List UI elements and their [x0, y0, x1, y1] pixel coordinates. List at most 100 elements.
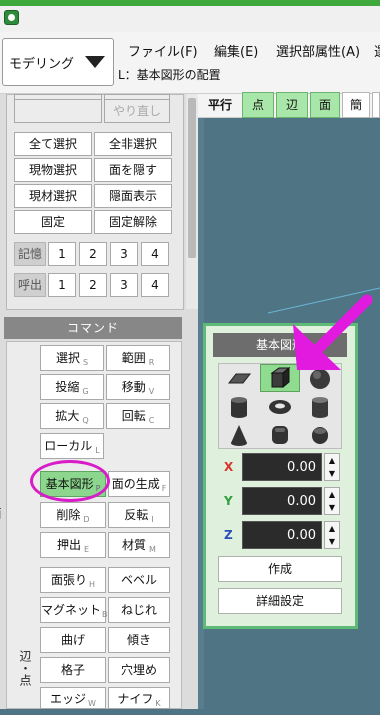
material-command-button[interactable]: 材質 M: [108, 532, 170, 558]
delete-command-key: D: [83, 515, 90, 525]
magnet-command-label: マグネット: [41, 603, 102, 617]
range-command-key: R: [148, 358, 155, 368]
generate-face-command-button[interactable]: 面の生成 F: [108, 471, 170, 497]
memory-label: 記憶: [14, 242, 46, 266]
tab-parallel[interactable]: 平行: [202, 92, 238, 118]
bevel-command-button[interactable]: ベベル: [108, 567, 170, 593]
range-command-label: 範囲: [121, 351, 146, 365]
cylinder-icon[interactable]: [300, 393, 340, 421]
z-value-input[interactable]: 0.00: [242, 521, 322, 549]
lattice-command-button[interactable]: 格子: [40, 657, 106, 683]
scale-command-button[interactable]: 拡大 Q: [40, 403, 104, 429]
left-panel-scrollbar[interactable]: [186, 94, 198, 309]
memory-slot-4[interactable]: 4: [141, 242, 169, 266]
y-value-input[interactable]: 0.00: [242, 487, 322, 515]
flip-command-button[interactable]: 反転 I: [108, 502, 170, 528]
fill-face-command-button[interactable]: 面張り H: [40, 567, 106, 593]
delete-command-button[interactable]: 削除 D: [40, 502, 106, 528]
fill-hole-command-button[interactable]: 穴埋め: [108, 657, 170, 683]
bend-command-button[interactable]: 曲げ: [40, 627, 106, 653]
cone-icon[interactable]: [219, 421, 259, 449]
spin-down-icon[interactable]: ▼: [325, 501, 339, 514]
edge-command-button[interactable]: エッジ W: [40, 687, 106, 709]
annotation-arrow-icon: [293, 294, 373, 370]
extrude-command-button[interactable]: 押出 E: [40, 532, 106, 558]
spin-down-icon[interactable]: ▼: [325, 535, 339, 548]
deselect-all-button[interactable]: 全非選択: [94, 132, 172, 156]
scrollbar-thumb[interactable]: [188, 98, 196, 258]
edit-section-label: 編集: [12, 345, 38, 463]
local-command-button[interactable]: ローカル L: [40, 433, 104, 459]
scale-along-command-button[interactable]: 投縮 G: [40, 374, 104, 400]
recall-slot-2[interactable]: 2: [79, 273, 107, 297]
detail-settings-button[interactable]: 詳細設定: [218, 588, 342, 614]
twist-command-button[interactable]: ねじれ: [108, 597, 170, 623]
magnet-command-key: B: [102, 610, 108, 620]
tab-face[interactable]: 面: [310, 92, 340, 118]
local-command-key: L: [95, 446, 100, 456]
tab-vertex[interactable]: 点: [242, 92, 274, 118]
scale-command-key: Q: [82, 416, 89, 426]
spin-up-icon[interactable]: ▲: [325, 522, 339, 535]
tab-edge[interactable]: 辺: [276, 92, 308, 118]
tab-overflow[interactable]: [372, 92, 380, 118]
x-axis-label: X: [224, 460, 234, 474]
blank-button[interactable]: [14, 99, 102, 123]
rounded-cube-icon[interactable]: [260, 421, 300, 449]
command-panel-header: コマンド: [4, 317, 182, 339]
memory-slot-3[interactable]: 3: [110, 242, 138, 266]
command-hint: L：基本図形の配置: [118, 68, 221, 82]
spin-up-icon[interactable]: ▲: [325, 488, 339, 501]
menu-edit[interactable]: 編集(E): [214, 41, 258, 60]
material-command-key: M: [149, 545, 156, 555]
edge-command-key: W: [88, 699, 96, 709]
extrude-command-key: E: [83, 545, 90, 555]
generate-face-command-label: 面の生成: [111, 477, 160, 491]
memory-slot-2[interactable]: 2: [79, 242, 107, 266]
tab-simple[interactable]: 簡: [342, 92, 370, 118]
cylinder-icon[interactable]: [219, 393, 259, 421]
create-button[interactable]: 作成: [218, 556, 342, 582]
rotate-command-button[interactable]: 回転 C: [106, 403, 170, 429]
tilt-command-button[interactable]: 傾き: [108, 627, 170, 653]
redo-button[interactable]: やり直し: [104, 99, 170, 123]
z-spinner[interactable]: ▲ ▼: [324, 521, 340, 549]
select-material-button[interactable]: 現材選択: [14, 184, 92, 208]
range-command-button[interactable]: 範囲 R: [106, 345, 170, 371]
mode-select[interactable]: モデリング: [2, 38, 114, 86]
memory-slot-1[interactable]: 1: [48, 242, 76, 266]
recall-slot-4[interactable]: 4: [141, 273, 169, 297]
select-command-key: S: [82, 358, 89, 368]
mode-select-value: モデリング: [9, 57, 75, 72]
menu-overflow[interactable]: 選: [374, 41, 380, 60]
lock-button[interactable]: 固定: [14, 210, 92, 234]
rotate-command-key: C: [148, 416, 155, 426]
unlock-button[interactable]: 固定解除: [94, 210, 172, 234]
show-hidden-faces-button[interactable]: 隠面表示: [94, 184, 172, 208]
fill-face-command-key: H: [89, 580, 96, 590]
menu-file[interactable]: ファイル(F): [128, 41, 198, 60]
spin-down-icon[interactable]: ▼: [325, 467, 339, 480]
hide-faces-button[interactable]: 面を隠す: [94, 158, 172, 182]
recall-slot-3[interactable]: 3: [110, 273, 138, 297]
magnet-command-button[interactable]: マグネットB: [40, 597, 108, 623]
select-command-button[interactable]: 選択 S: [40, 345, 104, 371]
move-command-button[interactable]: 移動 V: [106, 374, 170, 400]
dropdown-arrow-icon[interactable]: [85, 56, 105, 68]
y-spinner[interactable]: ▲ ▼: [324, 487, 340, 515]
scale-along-command-label: 投縮: [55, 380, 80, 394]
recall-slot-1[interactable]: 1: [48, 273, 76, 297]
capsule-icon[interactable]: [300, 421, 340, 449]
local-command-label: ローカル: [44, 439, 93, 453]
x-value-input[interactable]: 0.00: [242, 453, 322, 481]
x-spinner[interactable]: ▲ ▼: [324, 453, 340, 481]
spin-up-icon[interactable]: ▲: [325, 454, 339, 467]
delete-command-label: 削除: [56, 508, 81, 522]
menu-selection-attribute[interactable]: 選択部属性(A): [276, 41, 360, 60]
select-all-button[interactable]: 全て選択: [14, 132, 92, 156]
knife-command-button[interactable]: ナイフ K: [108, 687, 170, 709]
knife-command-key: K: [155, 699, 161, 709]
plane-icon[interactable]: [219, 365, 259, 393]
select-object-button[interactable]: 現物選択: [14, 158, 92, 182]
torus-icon[interactable]: [260, 393, 300, 421]
